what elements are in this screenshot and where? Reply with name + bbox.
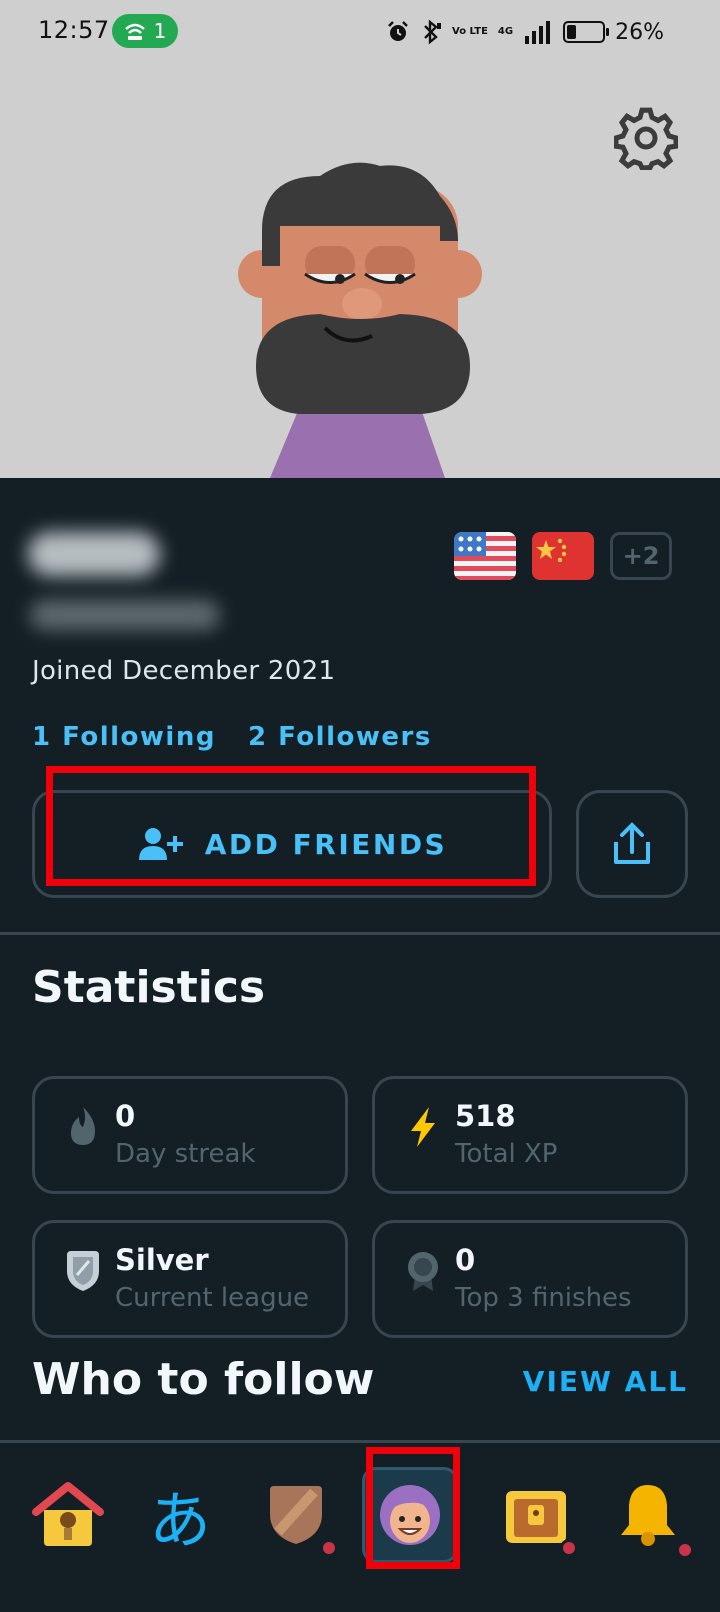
who-to-follow-title: Who to follow (32, 1354, 375, 1405)
settings-button[interactable] (613, 106, 679, 171)
league-value: Silver (115, 1243, 209, 1277)
notifications-dot (676, 1541, 694, 1559)
status-bar: 12:57 1 Vo LTE 4G 26% (0, 0, 720, 66)
leagues-notification-dot (320, 1539, 338, 1557)
streak-value: 0 (115, 1099, 136, 1133)
add-friends-button[interactable]: ADD FRIENDS (32, 790, 552, 898)
avatar-banner (0, 66, 720, 478)
statistics-title: Statistics (32, 962, 266, 1013)
us-flag-icon[interactable] (454, 532, 516, 580)
share-profile-button[interactable] (576, 790, 688, 898)
nav-notifications[interactable] (600, 1467, 696, 1563)
treasure-chest-icon (506, 1491, 566, 1543)
user-avatar-illustration (238, 162, 482, 478)
add-user-icon (138, 828, 183, 860)
follow-stats: 1 Following 2 Followers (32, 722, 432, 752)
share-icon (614, 822, 650, 864)
xp-label: Total XP (455, 1139, 558, 1169)
username-redacted (30, 600, 220, 630)
volte-label: Vo LTE (452, 26, 488, 37)
battery-icon (563, 21, 610, 43)
bluetooth-icon (424, 19, 441, 45)
medal-icon (408, 1252, 438, 1291)
bottom-nav: あ (0, 1440, 720, 1612)
xp-value: 518 (455, 1099, 516, 1133)
stat-card-top3: 0 Top 3 finishes (372, 1220, 688, 1338)
home-icon (32, 1482, 104, 1546)
streak-label: Day streak (115, 1139, 256, 1169)
stat-card-league: Silver Current league (32, 1220, 348, 1338)
battery-level (567, 25, 577, 39)
shop-notification-dot (560, 1539, 578, 1557)
nav-home[interactable] (20, 1467, 116, 1563)
league-label: Current league (115, 1283, 310, 1313)
signal-icon (525, 21, 551, 44)
lightning-icon (411, 1107, 435, 1147)
shield-icon (67, 1251, 99, 1291)
flame-icon (71, 1107, 95, 1145)
more-languages-badge[interactable]: +2 (610, 532, 672, 580)
battery-percent: 26% (615, 19, 664, 45)
wifi-hotspot-icon (124, 23, 145, 40)
following-link[interactable]: 1 Following (32, 722, 216, 752)
gear-icon (613, 107, 679, 171)
china-flag-icon[interactable] (532, 532, 594, 580)
nav-shop[interactable] (488, 1467, 584, 1563)
bell-icon (621, 1485, 675, 1546)
stat-card-xp: 518 Total XP (372, 1076, 688, 1194)
hotspot-indicator: 1 (112, 14, 178, 48)
signal-type-label: 4G (497, 26, 514, 37)
view-all-link[interactable]: VIEW ALL (523, 1365, 688, 1398)
top3-label: Top 3 finishes (455, 1283, 632, 1313)
hotspot-count: 1 (153, 19, 167, 43)
add-friends-label: ADD FRIENDS (204, 827, 448, 861)
stat-card-streak: 0 Day streak (32, 1076, 348, 1194)
nav-characters[interactable]: あ (132, 1467, 228, 1563)
status-icons: Vo LTE 4G 26% (386, 14, 664, 50)
joined-date: Joined December 2021 (32, 656, 336, 686)
characters-icon: あ (148, 1484, 211, 1557)
top3-value: 0 (455, 1243, 476, 1277)
profile-avatar-icon (380, 1485, 440, 1545)
alarm-icon (388, 21, 408, 41)
section-divider (0, 932, 720, 935)
nav-leagues[interactable] (248, 1467, 344, 1563)
followers-link[interactable]: 2 Followers (248, 722, 432, 752)
language-flags: +2 (454, 532, 672, 580)
status-time: 12:57 (38, 16, 110, 44)
nav-profile[interactable] (362, 1467, 458, 1563)
shield-league-icon (270, 1486, 322, 1544)
display-name-redacted (28, 532, 160, 576)
